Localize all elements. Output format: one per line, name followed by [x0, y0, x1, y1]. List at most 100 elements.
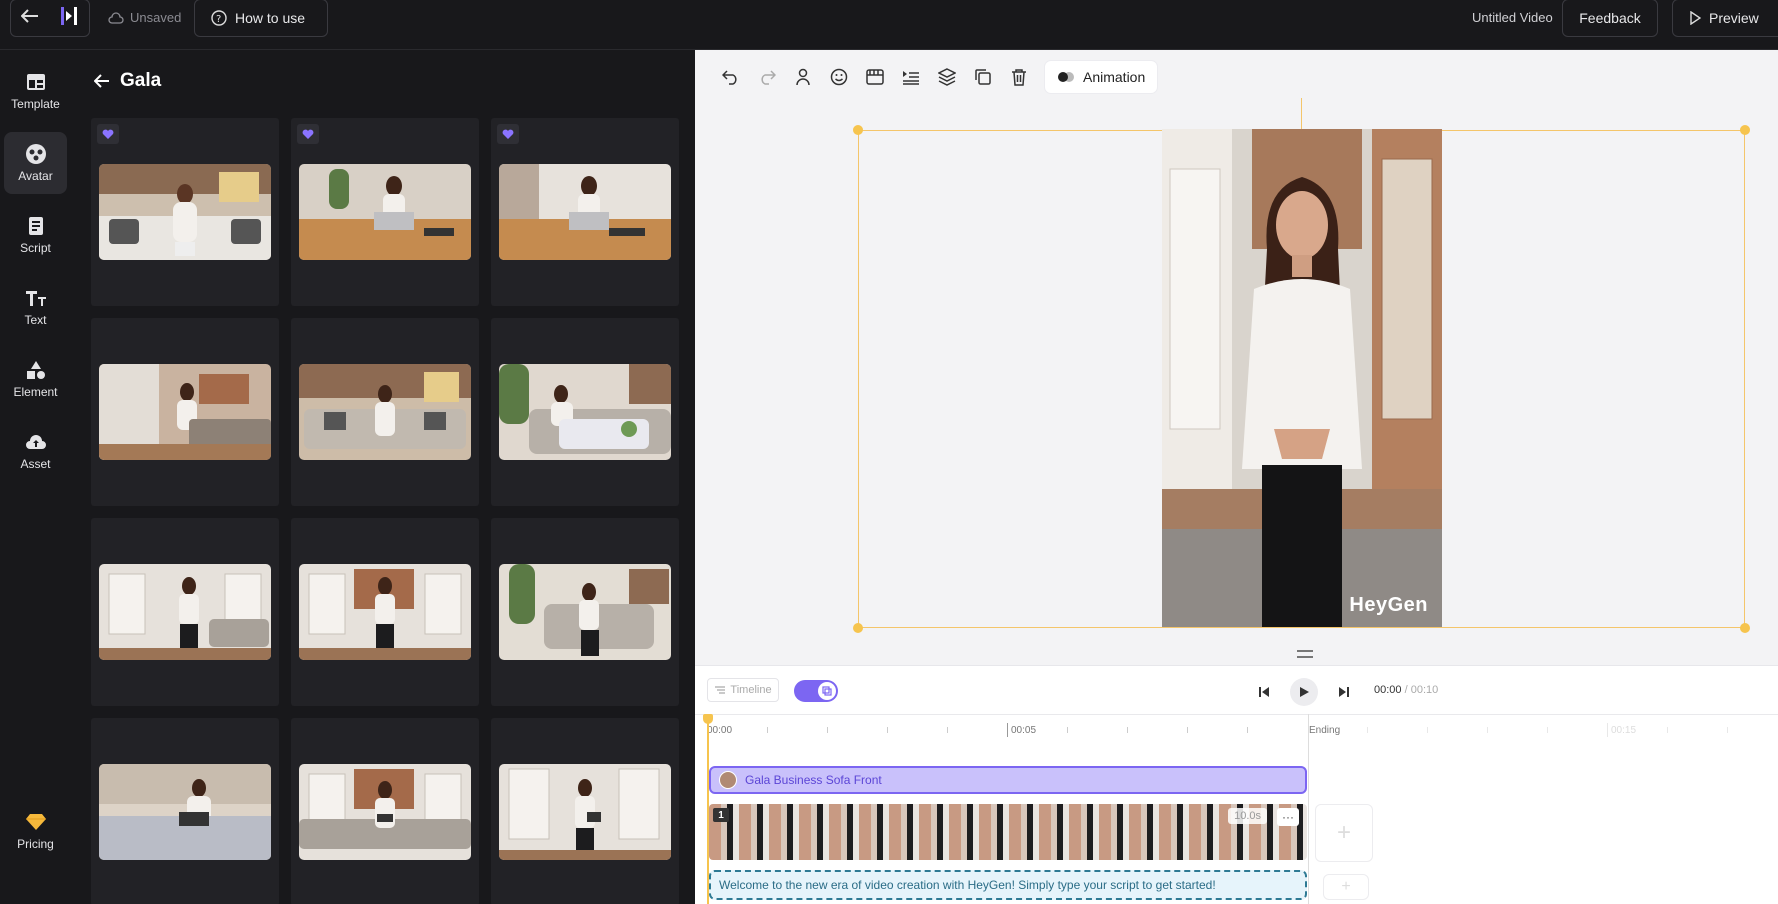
align-icon[interactable] — [893, 60, 929, 94]
back-arrow-icon[interactable] — [94, 74, 110, 88]
play-icon — [1300, 687, 1309, 697]
feedback-button[interactable]: Feedback — [1562, 0, 1658, 37]
resize-handle[interactable] — [853, 623, 863, 633]
ruler-tick — [1007, 723, 1008, 737]
question-icon: ? — [211, 10, 227, 26]
layers-icon[interactable] — [929, 60, 965, 94]
avatar-card[interactable] — [491, 518, 679, 706]
avatar-track-label: Gala Business Sofa Front — [745, 773, 882, 787]
avatar-video-frame[interactable]: HeyGen — [1162, 129, 1442, 627]
heart-icon[interactable] — [97, 124, 119, 144]
timeline-label: Timeline — [730, 684, 772, 696]
avatar-card[interactable] — [491, 118, 679, 306]
undo-icon[interactable] — [713, 60, 749, 94]
stage-anchor-line — [1301, 98, 1302, 130]
resize-handle[interactable] — [1740, 623, 1750, 633]
trash-icon[interactable] — [1001, 60, 1037, 94]
ruler-tick — [1607, 723, 1608, 737]
ruler-tick — [887, 727, 888, 733]
timeline-area: Timeline 00:00 / 00:10 00:00 00:05 Endin… — [695, 665, 1778, 904]
avatar-card[interactable] — [291, 318, 479, 506]
video-title[interactable]: Untitled Video — [1472, 10, 1553, 25]
ending-marker — [1308, 714, 1309, 904]
play-button[interactable] — [1290, 678, 1318, 706]
preview-button[interactable]: Preview — [1672, 0, 1778, 37]
avatar-thumbnail — [299, 164, 471, 260]
save-status-label: Unsaved — [130, 10, 182, 25]
skip-forward-icon — [1339, 687, 1349, 697]
avatar-card[interactable] — [491, 718, 679, 904]
avatar-thumbnail — [99, 564, 271, 660]
avatar-card[interactable] — [291, 718, 479, 904]
resize-divider-handle[interactable] — [1297, 650, 1313, 658]
nav-item-element[interactable]: Element — [4, 348, 67, 410]
svg-text:?: ? — [216, 14, 221, 25]
ruler-tick — [1487, 727, 1488, 733]
how-to-use-button[interactable]: ? How to use — [194, 0, 328, 37]
play-outline-icon — [1690, 11, 1701, 25]
scene-view-toggle[interactable] — [794, 680, 838, 702]
redo-icon[interactable] — [749, 60, 785, 94]
ruler-tick — [1667, 727, 1668, 733]
nav-item-template[interactable]: Template — [4, 60, 67, 122]
resize-handle[interactable] — [853, 125, 863, 135]
heygen-logo-icon[interactable] — [59, 5, 79, 32]
scene-more-button[interactable]: ··· — [1277, 808, 1299, 826]
timeline-ruler[interactable]: 00:00 00:05 Ending 00:15 — [695, 714, 1778, 744]
playhead[interactable] — [703, 714, 713, 904]
ruler-label: Ending — [1309, 725, 1341, 736]
add-scene-button[interactable]: + — [1315, 804, 1373, 862]
skip-back-button[interactable] — [1250, 678, 1278, 706]
avatar-thumbnail — [99, 364, 271, 460]
nav-label: Pricing — [17, 837, 54, 851]
time-display: 00:00 / 00:10 — [1374, 684, 1438, 696]
script-icon — [25, 215, 47, 237]
ruler-tick — [1187, 727, 1188, 733]
avatar-card[interactable] — [91, 318, 279, 506]
avatar-thumbnail — [299, 564, 471, 660]
nav-item-text[interactable]: Text — [4, 276, 67, 338]
resize-handle[interactable] — [1740, 125, 1750, 135]
background-icon[interactable] — [857, 60, 893, 94]
script-track[interactable]: Welcome to the new era of video creation… — [709, 870, 1307, 900]
avatar-card[interactable] — [91, 718, 279, 904]
preview-label: Preview — [1709, 10, 1759, 26]
nav-item-asset[interactable]: Asset — [4, 420, 67, 482]
skip-forward-button[interactable] — [1330, 678, 1358, 706]
total-time: / 00:10 — [1404, 684, 1439, 696]
avatar-thumbnail — [499, 164, 671, 260]
avatar-card[interactable] — [291, 518, 479, 706]
back-arrow-icon[interactable] — [20, 8, 39, 28]
nav-item-pricing[interactable]: Pricing — [4, 800, 67, 862]
face-icon[interactable] — [821, 60, 857, 94]
add-script-button[interactable]: + — [1323, 874, 1369, 900]
ruler-label: 00:00 — [707, 725, 733, 736]
nav-label: Script — [20, 241, 51, 255]
avatar-thumbnail — [299, 764, 471, 860]
nav-item-avatar[interactable]: Avatar — [4, 132, 67, 194]
avatar-card[interactable] — [291, 118, 479, 306]
avatar-panel: Gala — [70, 50, 695, 904]
ruler-tick — [1427, 727, 1428, 733]
scene-track[interactable]: 1 10.0s ··· — [709, 804, 1307, 860]
animation-button[interactable]: Animation — [1045, 61, 1158, 93]
heygen-watermark: HeyGen — [1349, 594, 1428, 616]
avatar-card[interactable] — [91, 518, 279, 706]
duplicate-icon[interactable] — [965, 60, 1001, 94]
avatar-thumbnail-icon — [719, 771, 737, 789]
panel-title: Gala — [120, 70, 162, 91]
avatar-track[interactable]: Gala Business Sofa Front — [709, 766, 1307, 794]
avatar-card[interactable] — [491, 318, 679, 506]
cloud-icon — [108, 11, 124, 24]
ruler-label: 00:15 — [1611, 725, 1637, 736]
nav-item-script[interactable]: Script — [4, 204, 67, 266]
ruler-label: 00:05 — [1011, 725, 1037, 736]
heart-icon[interactable] — [297, 124, 319, 144]
left-nav: Template Avatar Script Text Element Asse… — [0, 50, 70, 904]
person-icon[interactable] — [785, 60, 821, 94]
scene-duration[interactable]: 10.0s — [1228, 808, 1267, 824]
cloud-upload-icon — [25, 431, 47, 453]
timeline-button[interactable]: Timeline — [707, 678, 779, 702]
avatar-card[interactable] — [91, 118, 279, 306]
heart-icon[interactable] — [497, 124, 519, 144]
